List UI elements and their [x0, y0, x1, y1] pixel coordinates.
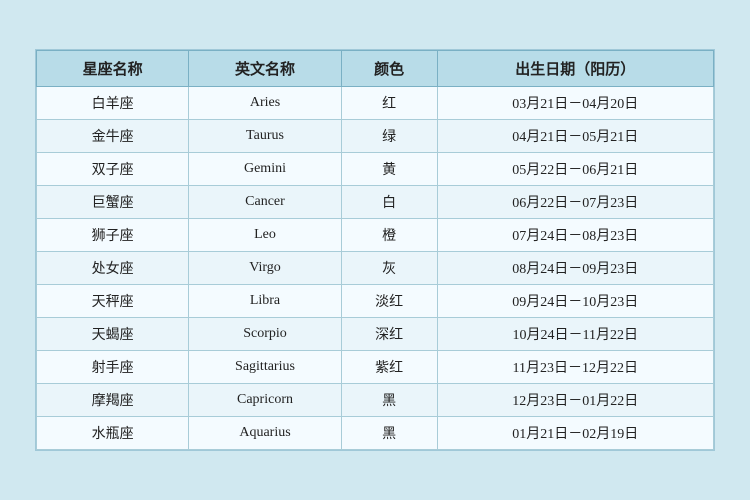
table-cell-8-3: 11月23日－12月22日 — [437, 351, 713, 384]
table-cell-6-3: 09月24日－10月23日 — [437, 285, 713, 318]
table-cell-7-3: 10月24日－11月22日 — [437, 318, 713, 351]
column-header-1: 英文名称 — [189, 51, 341, 87]
table-cell-9-0: 摩羯座 — [37, 384, 189, 417]
table-header-row: 星座名称英文名称颜色出生日期（阳历） — [37, 51, 714, 87]
table-row: 白羊座Aries红03月21日－04月20日 — [37, 87, 714, 120]
table-cell-2-2: 黄 — [341, 153, 437, 186]
table-row: 双子座Gemini黄05月22日－06月21日 — [37, 153, 714, 186]
table-row: 水瓶座Aquarius黑01月21日－02月19日 — [37, 417, 714, 450]
table-cell-5-3: 08月24日－09月23日 — [437, 252, 713, 285]
table-cell-4-0: 狮子座 — [37, 219, 189, 252]
table-row: 巨蟹座Cancer白06月22日－07月23日 — [37, 186, 714, 219]
table-cell-7-2: 深红 — [341, 318, 437, 351]
table-row: 摩羯座Capricorn黑12月23日－01月22日 — [37, 384, 714, 417]
table-cell-3-0: 巨蟹座 — [37, 186, 189, 219]
table-row: 狮子座Leo橙07月24日－08月23日 — [37, 219, 714, 252]
table-cell-0-2: 红 — [341, 87, 437, 120]
table-cell-10-2: 黑 — [341, 417, 437, 450]
table-cell-4-2: 橙 — [341, 219, 437, 252]
table-cell-1-1: Taurus — [189, 120, 341, 153]
table-cell-6-0: 天秤座 — [37, 285, 189, 318]
table-cell-4-1: Leo — [189, 219, 341, 252]
table-cell-2-3: 05月22日－06月21日 — [437, 153, 713, 186]
table-row: 天蝎座Scorpio深红10月24日－11月22日 — [37, 318, 714, 351]
table-cell-1-3: 04月21日－05月21日 — [437, 120, 713, 153]
table-cell-5-1: Virgo — [189, 252, 341, 285]
table-cell-2-1: Gemini — [189, 153, 341, 186]
table-row: 金牛座Taurus绿04月21日－05月21日 — [37, 120, 714, 153]
table-cell-2-0: 双子座 — [37, 153, 189, 186]
column-header-2: 颜色 — [341, 51, 437, 87]
table-cell-10-0: 水瓶座 — [37, 417, 189, 450]
table-cell-6-2: 淡红 — [341, 285, 437, 318]
table-cell-4-3: 07月24日－08月23日 — [437, 219, 713, 252]
column-header-3: 出生日期（阳历） — [437, 51, 713, 87]
table-cell-9-2: 黑 — [341, 384, 437, 417]
table-cell-5-2: 灰 — [341, 252, 437, 285]
table-cell-5-0: 处女座 — [37, 252, 189, 285]
table-cell-9-3: 12月23日－01月22日 — [437, 384, 713, 417]
column-header-0: 星座名称 — [37, 51, 189, 87]
zodiac-table: 星座名称英文名称颜色出生日期（阳历） 白羊座Aries红03月21日－04月20… — [36, 50, 714, 450]
table-cell-6-1: Libra — [189, 285, 341, 318]
table-cell-10-3: 01月21日－02月19日 — [437, 417, 713, 450]
table-cell-3-2: 白 — [341, 186, 437, 219]
table-cell-10-1: Aquarius — [189, 417, 341, 450]
table-cell-1-0: 金牛座 — [37, 120, 189, 153]
table-cell-7-1: Scorpio — [189, 318, 341, 351]
table-cell-3-1: Cancer — [189, 186, 341, 219]
table-cell-1-2: 绿 — [341, 120, 437, 153]
table-cell-8-1: Sagittarius — [189, 351, 341, 384]
table-cell-9-1: Capricorn — [189, 384, 341, 417]
table-body: 白羊座Aries红03月21日－04月20日金牛座Taurus绿04月21日－0… — [37, 87, 714, 450]
table-row: 射手座Sagittarius紫红11月23日－12月22日 — [37, 351, 714, 384]
table-cell-7-0: 天蝎座 — [37, 318, 189, 351]
table-cell-3-3: 06月22日－07月23日 — [437, 186, 713, 219]
table-row: 处女座Virgo灰08月24日－09月23日 — [37, 252, 714, 285]
zodiac-table-container: 星座名称英文名称颜色出生日期（阳历） 白羊座Aries红03月21日－04月20… — [35, 49, 715, 451]
table-cell-0-3: 03月21日－04月20日 — [437, 87, 713, 120]
table-row: 天秤座Libra淡红09月24日－10月23日 — [37, 285, 714, 318]
table-cell-8-2: 紫红 — [341, 351, 437, 384]
table-cell-0-0: 白羊座 — [37, 87, 189, 120]
table-cell-8-0: 射手座 — [37, 351, 189, 384]
table-cell-0-1: Aries — [189, 87, 341, 120]
